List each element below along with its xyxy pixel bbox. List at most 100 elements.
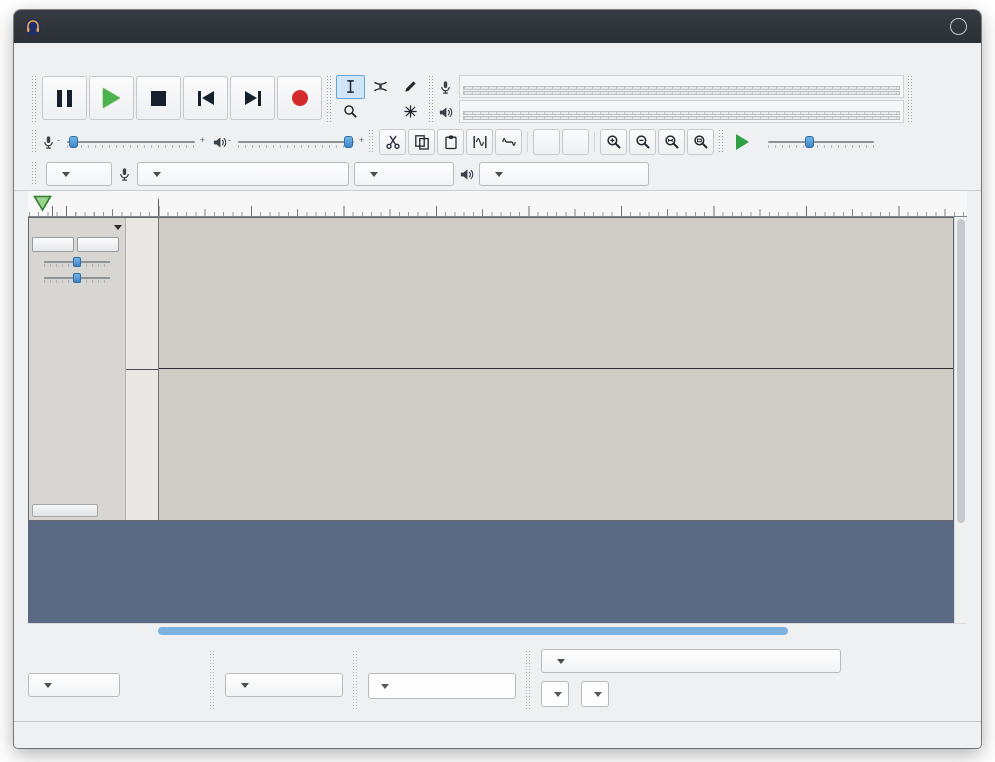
playback-meter[interactable] (438, 100, 904, 123)
toolbar-grip[interactable] (327, 76, 332, 122)
recording-device-select[interactable] (137, 162, 349, 186)
toolbar-grip[interactable] (369, 130, 374, 154)
trim-outside-selection-button[interactable] (466, 129, 493, 155)
titlebar[interactable] (14, 10, 981, 43)
menubar (14, 43, 981, 72)
audio-host-select[interactable] (46, 162, 112, 186)
silence-audio-icon (501, 134, 517, 150)
selection-mode-select[interactable] (541, 649, 841, 673)
play-pin-icon[interactable] (33, 195, 52, 212)
selection-tool-button[interactable] (336, 74, 365, 99)
stop-button[interactable] (136, 76, 181, 120)
track-gain-slider[interactable] (34, 255, 120, 268)
multi-tool-button[interactable] (396, 100, 425, 124)
meter-bars (463, 85, 900, 95)
horizontal-scrollbar-thumb[interactable] (158, 627, 788, 635)
track-menu-icon[interactable] (114, 225, 122, 230)
track-area[interactable] (28, 217, 967, 623)
microphone-icon (438, 80, 453, 95)
snap-select[interactable] (225, 673, 343, 697)
playback-volume-slider[interactable]: - + (227, 134, 365, 150)
scissors-icon (385, 134, 401, 150)
close-button[interactable] (950, 18, 967, 35)
toolbar-grip[interactable] (908, 76, 913, 122)
selection-end-field[interactable] (581, 681, 609, 707)
toolbar-grip[interactable] (210, 651, 215, 709)
slider-thumb[interactable] (69, 136, 78, 148)
fit-selection-button[interactable] (658, 129, 685, 155)
speaker-icon (212, 135, 227, 150)
zoom-out-icon (635, 134, 651, 150)
slider-thumb[interactable] (73, 273, 81, 283)
zoom-in-icon (606, 134, 622, 150)
selection-range-group (541, 649, 841, 707)
toolbar-grip[interactable] (719, 130, 724, 154)
audio-position-field[interactable] (368, 673, 516, 699)
play-button[interactable] (89, 76, 134, 120)
waveform-display[interactable] (159, 218, 953, 520)
cut-button[interactable] (379, 129, 406, 155)
playback-device-select[interactable] (479, 162, 649, 186)
zoom-out-button[interactable] (629, 129, 656, 155)
toolbar-row-top (28, 72, 967, 126)
microphone-icon (41, 135, 56, 150)
track-control-panel[interactable] (29, 218, 126, 520)
selection-start-field[interactable] (541, 681, 569, 707)
toolbar-grip[interactable] (429, 76, 434, 122)
chevron-down-icon (62, 171, 70, 177)
paste-button[interactable] (437, 129, 464, 155)
slider-thumb[interactable] (73, 257, 81, 267)
vertical-scrollbar-thumb[interactable] (957, 219, 965, 523)
draw-tool-button[interactable] (396, 75, 425, 99)
envelope-icon (373, 79, 388, 94)
toolbar-grip[interactable] (32, 76, 37, 122)
slider-thumb[interactable] (344, 136, 353, 148)
horizontal-scrollbar[interactable] (28, 623, 967, 637)
toolbar-grip[interactable] (32, 162, 37, 186)
zoom-tool-button[interactable] (336, 100, 365, 124)
recording-meter[interactable] (438, 75, 904, 98)
scale-channel-1 (126, 218, 158, 369)
playback-speed-slider[interactable] (757, 134, 885, 150)
waveform-channel-left[interactable] (159, 218, 953, 368)
scale-channel-2 (126, 368, 158, 521)
timeshift-tool-button[interactable] (366, 100, 395, 124)
silence-selection-button[interactable] (495, 129, 522, 155)
copy-button[interactable] (408, 129, 435, 155)
skip-to-start-button[interactable] (183, 76, 228, 120)
timeline-ruler[interactable] (28, 191, 967, 217)
play-at-speed-button[interactable] (729, 129, 756, 155)
undo-button[interactable] (533, 129, 560, 155)
skip-to-end-button[interactable] (230, 76, 275, 120)
pause-button[interactable] (42, 76, 87, 120)
speaker-icon (459, 167, 474, 182)
project-rate-group (28, 649, 200, 697)
chevron-down-icon (44, 682, 52, 688)
recording-meter-scale[interactable] (459, 75, 904, 98)
record-button[interactable] (277, 76, 322, 120)
toolbar-grip[interactable] (32, 130, 37, 154)
snap-label (225, 649, 343, 665)
track-pan-slider[interactable] (34, 271, 120, 284)
envelope-tool-button[interactable] (366, 75, 395, 99)
waveform-channel-right[interactable] (159, 368, 953, 518)
recording-volume-slider[interactable]: - + (56, 134, 206, 150)
project-rate-select[interactable] (28, 673, 120, 697)
redo-button[interactable] (562, 129, 589, 155)
edit-cursor (158, 199, 159, 216)
vertical-scrollbar[interactable] (954, 217, 967, 623)
toolbar-grip[interactable] (353, 651, 358, 709)
mute-button[interactable] (32, 237, 74, 252)
fit-project-button[interactable] (687, 129, 714, 155)
copy-icon (414, 134, 430, 150)
solo-button[interactable] (77, 237, 119, 252)
skip-end-icon (244, 90, 261, 106)
chevron-down-icon (241, 682, 249, 688)
recording-channels-select[interactable] (354, 162, 454, 186)
toolbar-grip[interactable] (526, 651, 531, 709)
playback-meter-scale[interactable] (459, 100, 904, 123)
vertical-scale-ruler[interactable] (126, 218, 159, 520)
zoom-in-button[interactable] (600, 129, 627, 155)
track-collapse-button[interactable] (32, 504, 98, 517)
slider-thumb[interactable] (805, 136, 814, 148)
